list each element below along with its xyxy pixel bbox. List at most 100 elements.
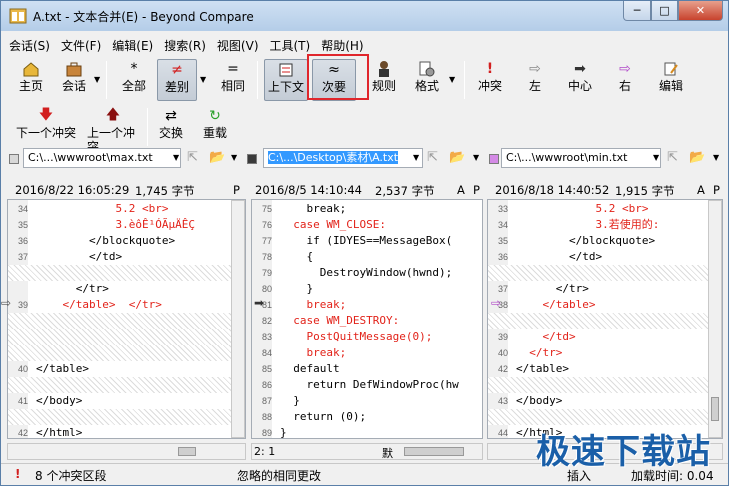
code-line[interactable] <box>488 265 722 281</box>
code-line[interactable]: 77 if (IDYES==MessageBox( <box>252 233 482 249</box>
code-line[interactable]: 40 </table> <box>8 361 245 377</box>
take-left-button[interactable]: ⇨ 左 <box>523 59 547 101</box>
right-folder-dropdown-icon[interactable]: ▼ <box>713 153 719 162</box>
code-line[interactable]: 34 3.若使用的: <box>488 217 722 233</box>
menu-file[interactable]: 文件(F) <box>61 37 101 54</box>
code-line[interactable]: 84 break; <box>252 345 482 361</box>
code-line[interactable]: 80 } <box>252 281 482 297</box>
same-button[interactable]: = 相同 <box>217 59 249 101</box>
prev-conflict-button[interactable]: 🡅 上一个冲突 <box>87 106 139 154</box>
center-hscroll-thumb[interactable] <box>404 447 464 456</box>
format-button[interactable]: 格式 <box>411 59 443 101</box>
center-folder-dropdown-icon[interactable]: ▼ <box>473 153 479 162</box>
code-line[interactable]: 79 DestroyWindow(hwnd); <box>252 265 482 281</box>
code-line[interactable]: 88 return (0); <box>252 409 482 425</box>
take-right-button[interactable]: ⇨ 右 <box>613 59 637 101</box>
left-hscroll-thumb[interactable] <box>178 447 196 456</box>
right-nav-icon[interactable]: ⇱ <box>667 150 678 165</box>
code-line[interactable]: 37 </td> <box>8 249 245 265</box>
right-folder-icon[interactable]: 📂 <box>689 150 705 165</box>
left-vertical-scrollbar[interactable] <box>231 200 245 438</box>
code-line[interactable]: 33 5.2 <br> <box>488 201 722 217</box>
code-line[interactable]: 36 </td> <box>488 249 722 265</box>
menu-tools[interactable]: 工具(T) <box>270 37 311 54</box>
center-path-dropdown-icon[interactable]: ▼ <box>413 153 419 162</box>
code-line[interactable]: 83 PostQuitMessage(0); <box>252 329 482 345</box>
center-nav-icon[interactable]: ⇱ <box>427 150 438 165</box>
code-line[interactable]: 41 </body> <box>8 393 245 409</box>
left-path-input[interactable]: C:\...\wwwroot\max.txt <box>23 148 181 168</box>
take-center-button[interactable]: ➡ 中心 <box>565 59 595 101</box>
code-line[interactable] <box>8 377 245 393</box>
close-button[interactable]: ✕ <box>678 1 723 21</box>
conflicts-button[interactable]: ! 冲突 <box>474 59 506 101</box>
context-button[interactable]: 上下文 <box>264 59 308 101</box>
reload-button[interactable]: ↻ 重载 <box>201 106 229 148</box>
code-line[interactable]: </tr> <box>8 281 245 297</box>
code-line[interactable] <box>8 313 245 329</box>
home-button[interactable]: 主页 <box>13 59 49 101</box>
code-line[interactable] <box>8 329 245 345</box>
sessions-button[interactable]: 会话 <box>57 59 91 101</box>
center-text-pane[interactable]: 75 break; 76 case WM_CLOSE: 77 if (IDYES==… <box>251 199 483 439</box>
code-line[interactable]: 42 </table> <box>488 361 722 377</box>
code-line[interactable]: 38 </table> <box>488 297 722 313</box>
edit-button[interactable]: 编辑 <box>655 59 687 101</box>
right-path-dropdown-icon[interactable]: ▼ <box>653 153 659 162</box>
left-nav-icon[interactable]: ⇱ <box>187 150 198 165</box>
code-line[interactable]: 76 case WM_CLOSE: <box>252 217 482 233</box>
right-path-input[interactable]: C:\...\wwwroot\min.txt <box>501 148 661 168</box>
left-horizontal-scrollbar[interactable] <box>7 443 246 460</box>
code-line[interactable]: 35 </blockquote> <box>488 233 722 249</box>
code-line[interactable]: 87 } <box>252 393 482 409</box>
code-line[interactable]: 34 5.2 <br> <box>8 201 245 217</box>
code-line[interactable]: 40 </tr> <box>488 345 722 361</box>
briefcase-icon <box>65 59 83 79</box>
code-line[interactable] <box>488 377 722 393</box>
menu-view[interactable]: 视图(V) <box>217 37 259 54</box>
diffs-button[interactable]: ≠ 差别 <box>157 59 197 101</box>
center-folder-icon[interactable]: 📂 <box>449 150 465 165</box>
code-line[interactable]: 42 </html> <box>8 425 245 438</box>
center-horizontal-scrollbar[interactable]: 2: 1 默 <box>251 443 483 460</box>
code-line[interactable]: 82 case WM_DESTROY: <box>252 313 482 329</box>
swap-button[interactable]: ⇄ 交换 <box>157 106 185 148</box>
format-dropdown-icon[interactable]: ▼ <box>449 75 455 84</box>
code-line[interactable]: 78 { <box>252 249 482 265</box>
code-line[interactable] <box>8 345 245 361</box>
code-line[interactable]: 89} <box>252 425 482 438</box>
left-path-dropdown-icon[interactable]: ▼ <box>173 153 179 162</box>
left-folder-icon[interactable]: 📂 <box>209 150 225 165</box>
next-conflict-button[interactable]: 🡇 下一个冲突 <box>15 106 77 148</box>
maximize-button[interactable]: □ <box>651 1 678 21</box>
menu-search[interactable]: 搜索(R) <box>164 37 206 54</box>
code-line[interactable]: 85 default <box>252 361 482 377</box>
code-line[interactable] <box>8 265 245 281</box>
right-text-pane[interactable]: 33 5.2 <br> 34 3.若使用的: 35 </blockquote> 36 … <box>487 199 723 439</box>
right-scroll-thumb[interactable] <box>711 397 719 421</box>
menu-edit[interactable]: 编辑(E) <box>112 37 153 54</box>
left-text-pane[interactable]: 34 5.2 <br> 35 3.èôÊ¹ÓÃµÄÊÇ 36 </blockquot… <box>7 199 246 439</box>
code-line[interactable]: 81 break; <box>252 297 482 313</box>
left-folder-dropdown-icon[interactable]: ▼ <box>231 153 237 162</box>
rules-button[interactable]: 规则 <box>369 59 399 101</box>
code-line[interactable]: 35 3.èôÊ¹ÓÃµÄÊÇ <box>8 217 245 233</box>
code-line[interactable]: 43 </body> <box>488 393 722 409</box>
code-line[interactable]: 86 return DefWindowProc(hw <box>252 377 482 393</box>
all-button[interactable]: * 全部 <box>117 59 151 101</box>
code-line[interactable] <box>488 409 722 425</box>
center-path-input[interactable]: C:\...\Desktop\素材\A.txt <box>263 148 423 168</box>
menu-session[interactable]: 会话(S) <box>9 37 50 54</box>
code-line[interactable] <box>8 409 245 425</box>
right-vertical-scrollbar[interactable] <box>708 200 722 438</box>
code-line[interactable]: 39 </table> </tr> <box>8 297 245 313</box>
menu-help[interactable]: 帮助(H) <box>321 37 363 54</box>
code-line[interactable]: 37 </tr> <box>488 281 722 297</box>
code-line[interactable]: 36 </blockquote> <box>8 233 245 249</box>
code-line[interactable]: 75 break; <box>252 201 482 217</box>
sessions-dropdown-icon[interactable]: ▼ <box>94 75 100 84</box>
code-line[interactable] <box>488 313 722 329</box>
code-line[interactable]: 39 </td> <box>488 329 722 345</box>
minimize-button[interactable]: ─ <box>623 1 651 21</box>
diffs-dropdown-icon[interactable]: ▼ <box>200 75 206 84</box>
